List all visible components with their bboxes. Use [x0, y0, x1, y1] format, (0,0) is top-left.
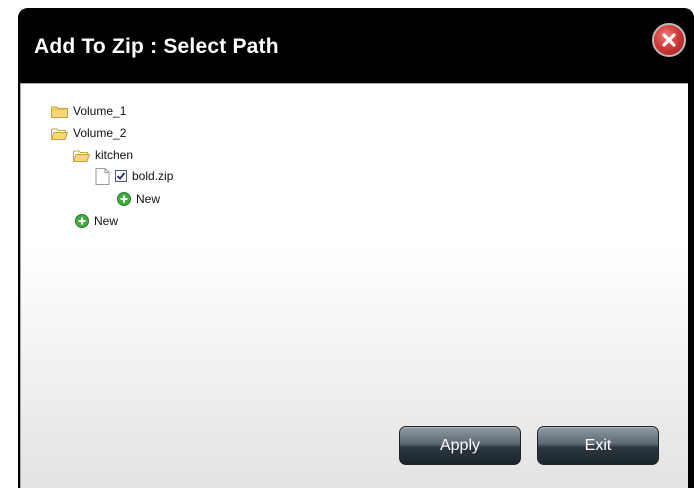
folder-icon [51, 106, 68, 118]
exit-button[interactable]: Exit [537, 426, 659, 465]
title-bar: Add To Zip : Select Path [18, 8, 694, 83]
new-folder-in-kitchen[interactable]: New [117, 190, 160, 208]
file-icon [95, 167, 110, 185]
tree-label: New [136, 192, 161, 206]
new-folder-in-volume2[interactable]: New [75, 212, 118, 230]
plus-icon [117, 192, 131, 206]
close-button[interactable] [652, 23, 686, 57]
dialog-title: Add To Zip : Select Path [34, 35, 279, 58]
tree-node-volume2[interactable]: Volume_2 [51, 124, 126, 142]
tree-node-file[interactable]: bold.zip [95, 167, 173, 185]
tree-label: Volume_2 [73, 126, 127, 140]
close-icon [662, 33, 676, 47]
tree-label: Volume_1 [73, 104, 127, 118]
open-folder-icon [51, 128, 68, 140]
tree-label: bold.zip [132, 169, 174, 183]
file-checkbox[interactable] [115, 170, 127, 182]
apply-button[interactable]: Apply [399, 426, 521, 465]
add-to-zip-dialog: Add To Zip : Select Path Volume_1 Volume… [18, 8, 694, 488]
tree-label: kitchen [95, 148, 134, 162]
tree-node-kitchen[interactable]: kitchen [73, 146, 133, 164]
open-folder-icon [73, 150, 90, 162]
tree-node-volume1[interactable]: Volume_1 [51, 102, 126, 120]
tree-label: New [94, 214, 119, 228]
plus-icon [75, 214, 89, 228]
dialog-body: Volume_1 Volume_2 kitchen bold.zip New N… [20, 83, 688, 488]
